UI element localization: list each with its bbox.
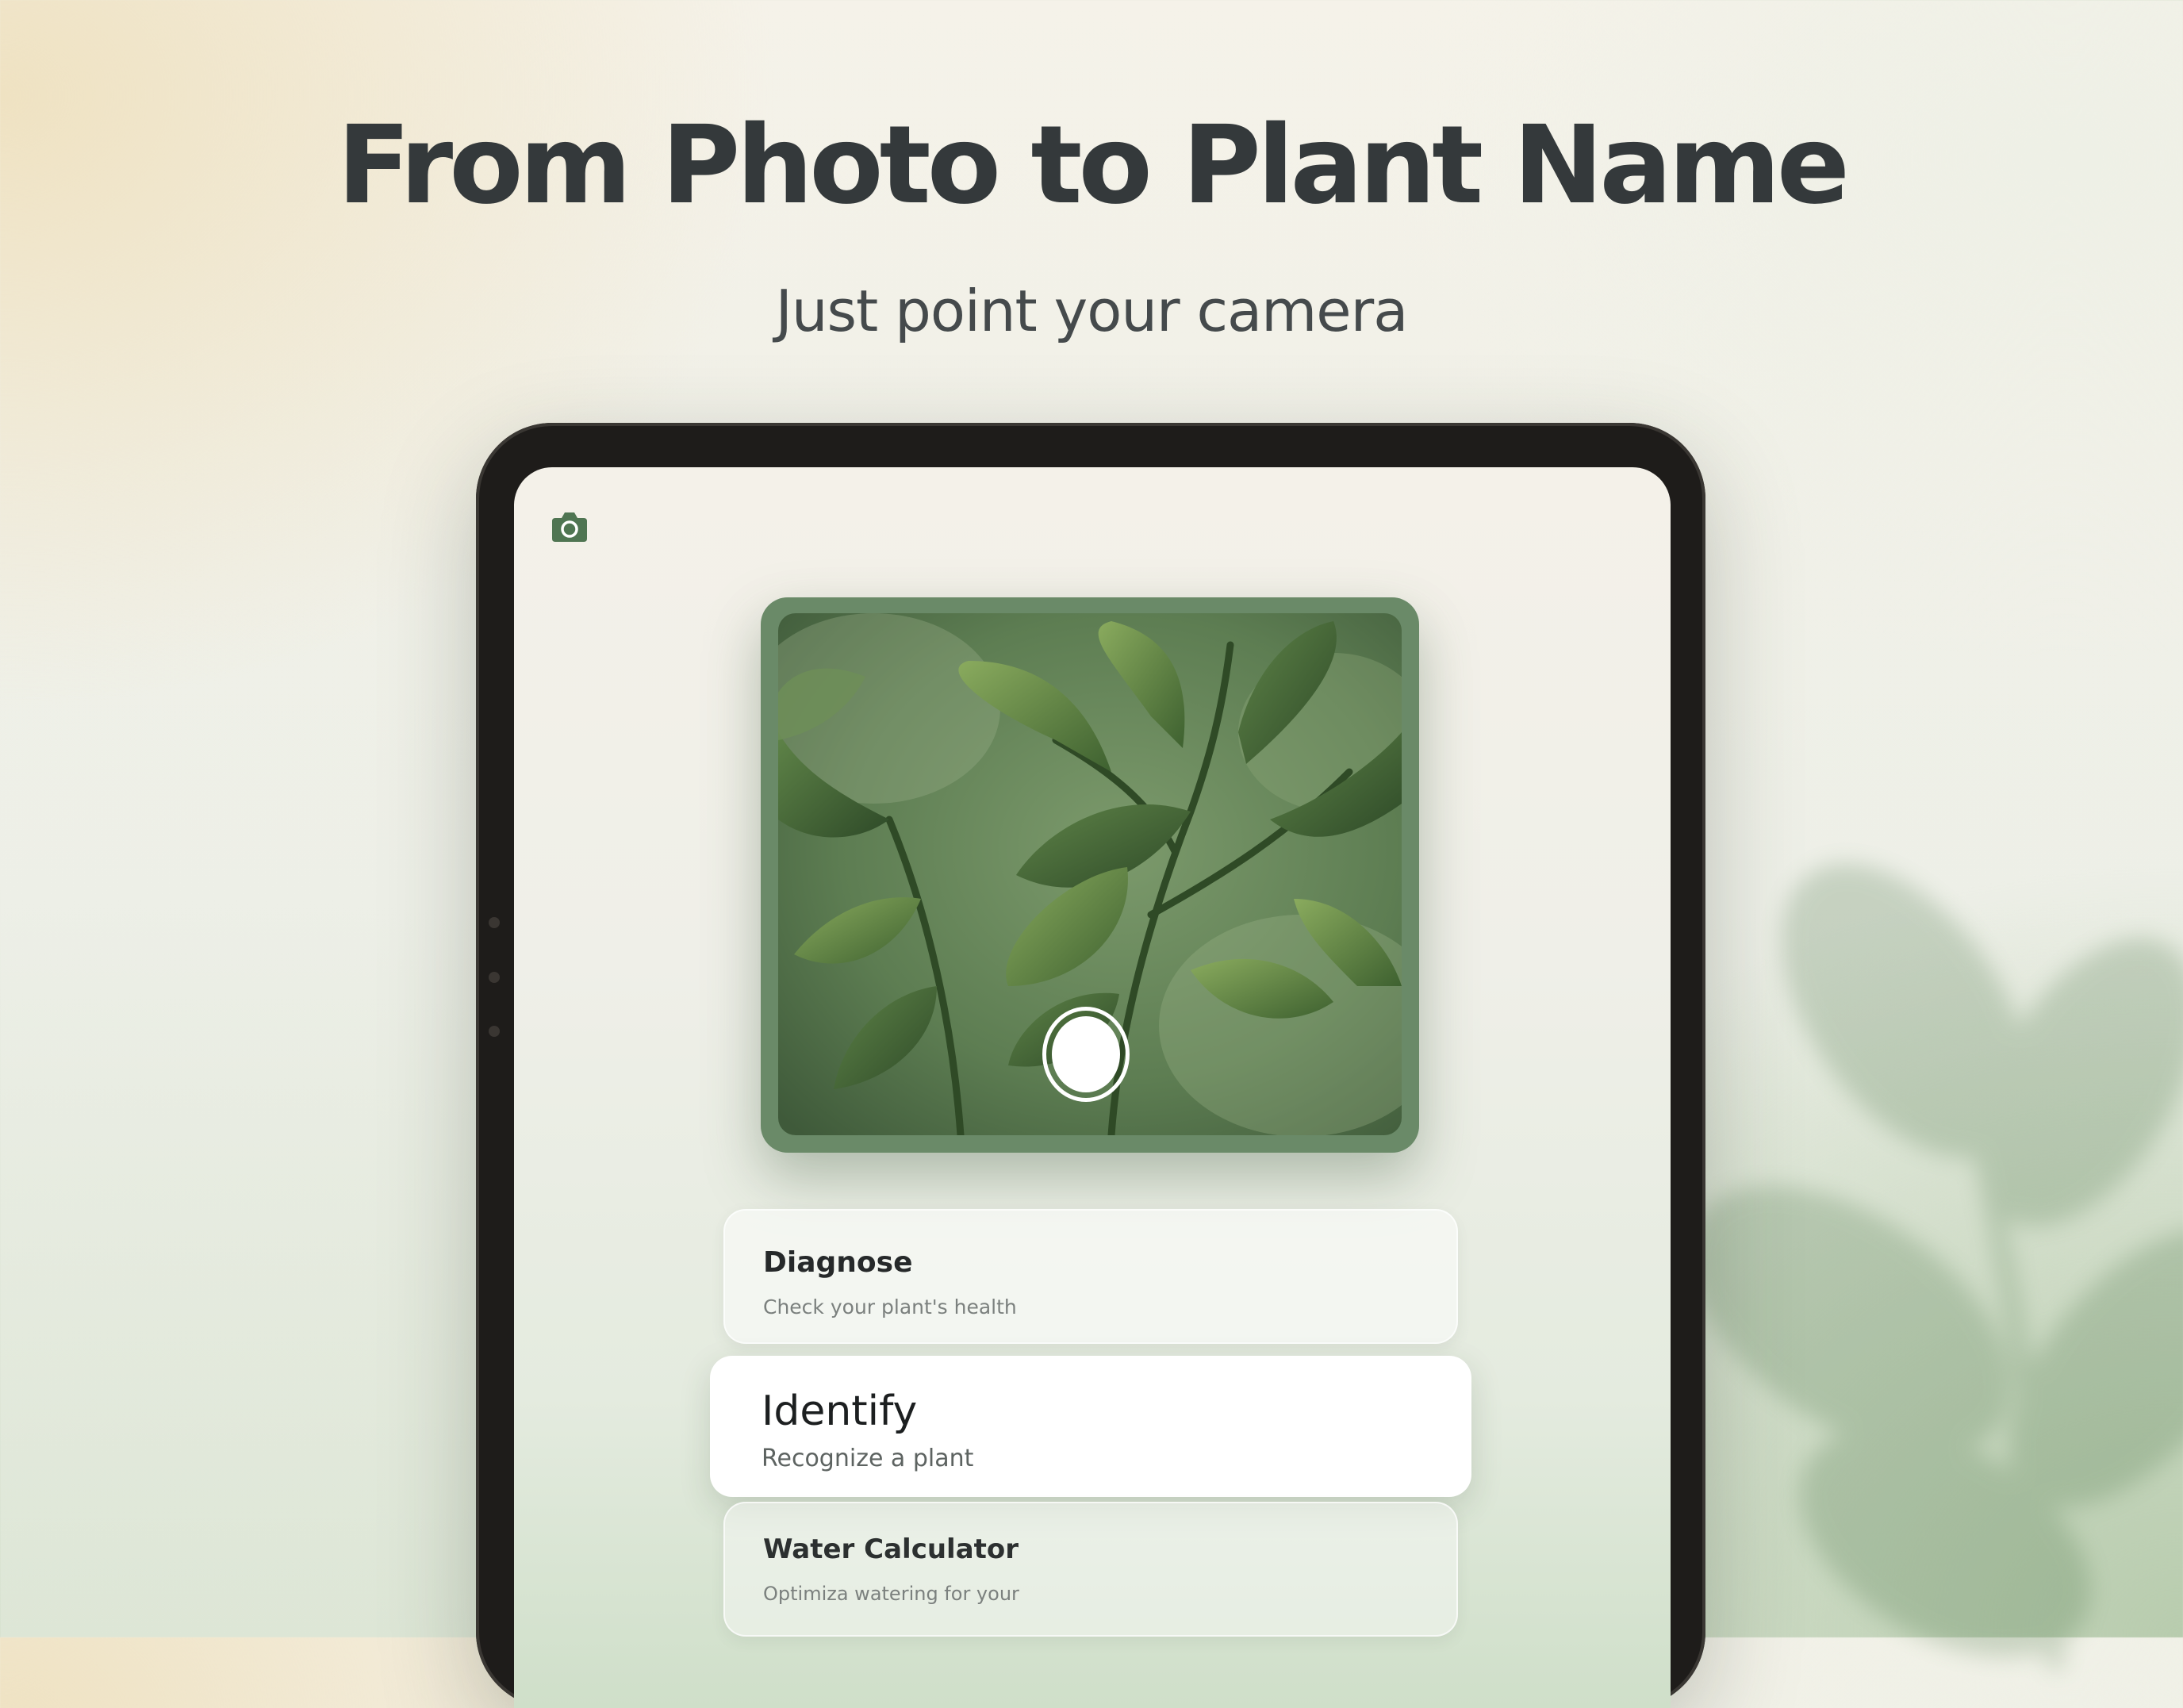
identify-option-subtitle: Recognize a plant: [762, 1445, 974, 1472]
tablet-side-button: [489, 1026, 500, 1037]
hero-title: From Photo to Plant Name: [336, 103, 1850, 228]
identify-option-title: Identify: [762, 1388, 918, 1435]
camera-viewfinder[interactable]: [761, 597, 1419, 1153]
app-screen: Diagnose Check your plant's health Ident…: [514, 467, 1671, 1708]
camera-icon[interactable]: [551, 509, 589, 543]
identify-option[interactable]: Identify Recognize a plant: [710, 1356, 1471, 1497]
hero-subtitle: Just point your camera: [775, 278, 1409, 344]
water-calculator-option-subtitle: Optimiza watering for your: [763, 1583, 1019, 1605]
water-calculator-option-title: Water Calculator: [763, 1533, 1019, 1565]
diagnose-option[interactable]: Diagnose Check your plant's health: [723, 1209, 1458, 1344]
tablet-side-button: [489, 972, 500, 983]
water-calculator-option[interactable]: Water Calculator Optimiza watering for y…: [723, 1502, 1458, 1637]
diagnose-option-subtitle: Check your plant's health: [763, 1295, 1017, 1318]
diagnose-option-title: Diagnose: [763, 1246, 913, 1279]
tablet-device-frame: Diagnose Check your plant's health Ident…: [476, 423, 1705, 1708]
shutter-button[interactable]: [1042, 1007, 1130, 1102]
shutter-button-inner: [1052, 1016, 1120, 1092]
background-leaves-decoration: [1689, 863, 2183, 1669]
tablet-side-button: [489, 917, 500, 928]
